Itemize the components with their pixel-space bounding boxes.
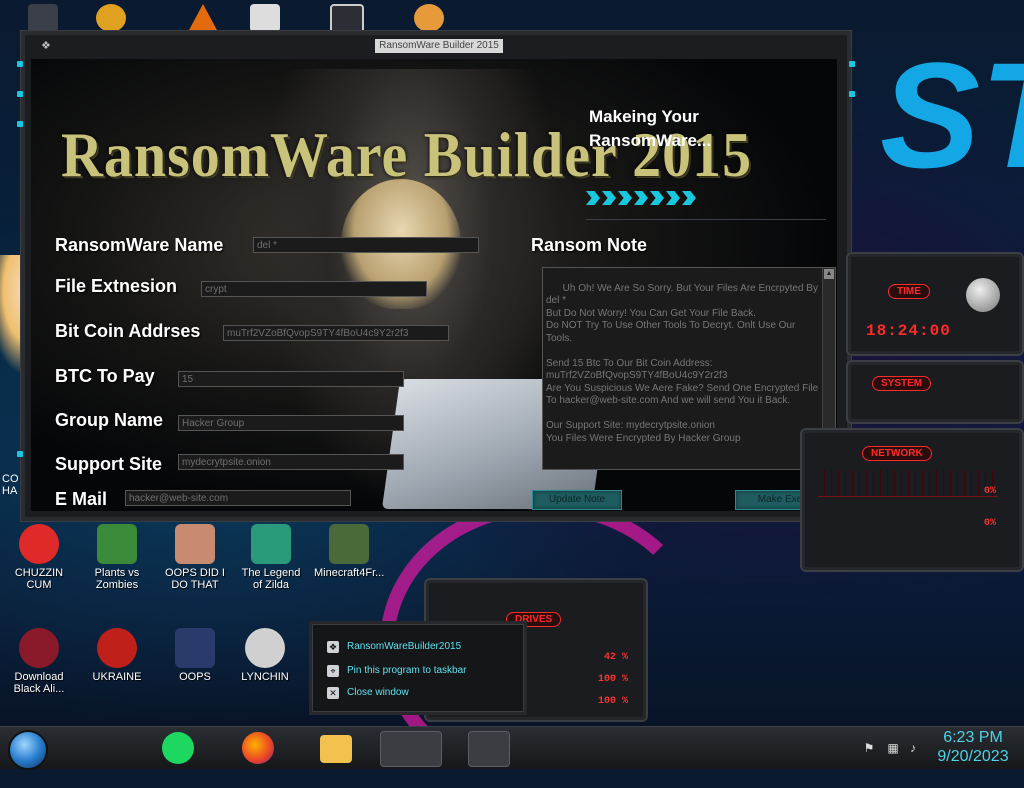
app-icon[interactable]: ❖ (41, 39, 53, 52)
btc-pay-label: BTC To Pay (55, 366, 155, 386)
desktop-icon-chuzzin[interactable]: CHUZZIN CUM (4, 524, 74, 591)
network-value-1: 0% (984, 486, 997, 497)
desktop-icon-legend-of-zilda[interactable]: The Legend of Zilda (236, 524, 306, 591)
build-status-text: Makeing Your RansomWare... (589, 107, 712, 150)
time-gadget-clock: 18:24:00 (866, 322, 951, 340)
scroll-up-icon[interactable]: ▲ (824, 269, 834, 279)
network-graph (818, 470, 998, 497)
start-button[interactable] (8, 730, 48, 770)
pin-icon: ⌖ (327, 665, 339, 677)
desktop-icon-minecraft[interactable]: Minecraft4Fr... (314, 524, 384, 579)
jumplist-app-item[interactable]: ❖ RansomWareBuilder2015 (323, 639, 513, 657)
drive-value-2: 100 % (598, 674, 629, 685)
drive-value-3: 100 % (598, 696, 629, 707)
desktop-icon-download-black-ali[interactable]: Download Black Ali... (4, 628, 74, 695)
file-extension-input[interactable] (201, 281, 427, 297)
vlc-icon[interactable] (188, 4, 218, 32)
network-icon[interactable]: ▦ (886, 741, 900, 755)
ransomware-name-label: RansomWare Name (55, 235, 224, 255)
flag-icon[interactable]: ⚑ (862, 741, 876, 755)
system-gadget-label: SYSTEM (872, 376, 932, 391)
system-gadget: SYSTEM (846, 360, 1024, 424)
network-value-2: 0% (984, 518, 997, 529)
time-gadget-label: TIME (888, 284, 930, 299)
alien-logo-icon (966, 278, 1000, 312)
chrome-stud (849, 61, 855, 67)
desktop-icon-oops[interactable]: OOPS (160, 628, 230, 683)
wallpaper-art: ST (880, 31, 1024, 199)
update-note-button[interactable]: Update Note (532, 490, 622, 510)
network-gadget: NETWORK 0% 0% (800, 428, 1024, 572)
group-name-input[interactable] (178, 415, 404, 431)
desktop-icon-oops-did-i[interactable]: OOPS DID I DO THAT (160, 524, 230, 591)
chrome-stud (849, 91, 855, 97)
taskbar-h2-app[interactable] (468, 731, 510, 767)
drive-value-1: 42 % (604, 652, 629, 663)
firefox-icon[interactable] (242, 732, 274, 764)
network-gadget-label: NETWORK (862, 446, 932, 461)
volume-icon[interactable]: ♪ (906, 741, 920, 755)
desktop-icon-top-6[interactable] (414, 4, 444, 32)
support-site-input[interactable] (178, 454, 404, 470)
jumplist-pin-item[interactable]: ⌖ Pin this program to taskbar (323, 663, 513, 681)
support-site-label: Support Site (55, 454, 162, 474)
desktop-icon-ukraine[interactable]: UKRAINE (82, 628, 152, 683)
taskbar-clock[interactable]: 6:23 PM 9/20/2023 (928, 728, 1018, 766)
file-explorer-icon[interactable] (320, 735, 352, 763)
desktop-icon-plants-vs-zombies[interactable]: Plants vs Zombies (82, 524, 152, 591)
desktop-icon-lynchin[interactable]: LYNCHIN (230, 628, 300, 683)
chrome-stud (17, 121, 23, 127)
jumplist-close-item[interactable]: ✕ Close window (323, 685, 513, 703)
brand-logo-text: RansomWare Builder 2015 (61, 118, 753, 191)
time-gadget: TIME 18:24:00 (846, 252, 1024, 356)
app-icon: ❖ (327, 641, 339, 653)
btc-pay-input[interactable] (178, 371, 404, 387)
window-titlebar[interactable]: ❖ RansomWare Builder 2015 (21, 31, 851, 59)
desktop-icon-top-1[interactable] (28, 4, 58, 32)
ransom-note-label: Ransom Note (531, 235, 648, 255)
desktop-icon-top-2[interactable] (96, 4, 126, 32)
email-input[interactable] (125, 490, 351, 506)
ransom-note-textarea[interactable]: Uh Oh! We Are So Sorry. But Your Files A… (542, 267, 836, 470)
desktop-icon-top-4[interactable] (250, 4, 280, 32)
ransomware-builder-window: ❖ RansomWare Builder 2015 RansomWare Bui… (17, 30, 855, 522)
window-title: RansomWare Builder 2015 (375, 39, 503, 53)
email-label: E Mail (55, 489, 108, 509)
taskbar: ⚑ ▦ ♪ (0, 726, 1024, 770)
file-extension-label: File Extnesion (55, 276, 178, 296)
close-icon: ✕ (327, 687, 339, 699)
divider (586, 219, 826, 220)
spotify-icon[interactable] (162, 732, 194, 764)
taskbar-ransomware-builder[interactable] (380, 731, 442, 767)
taskbar-jump-list: ❖ RansomWareBuilder2015 ⌖ Pin this progr… (312, 624, 524, 712)
build-progress-indicator (586, 191, 706, 207)
btc-address-input[interactable] (223, 325, 449, 341)
chrome-stud (17, 451, 23, 457)
window-client: RansomWare Builder 2015 Makeing Your Ran… (31, 59, 837, 511)
btc-address-label: Bit Coin Addrses (55, 321, 201, 341)
group-name-label: Group Name (55, 410, 164, 430)
ransomware-name-input[interactable] (253, 237, 479, 253)
clipped-icon-label: CO HA (2, 473, 19, 497)
chrome-stud (17, 61, 23, 67)
chrome-stud (17, 91, 23, 97)
